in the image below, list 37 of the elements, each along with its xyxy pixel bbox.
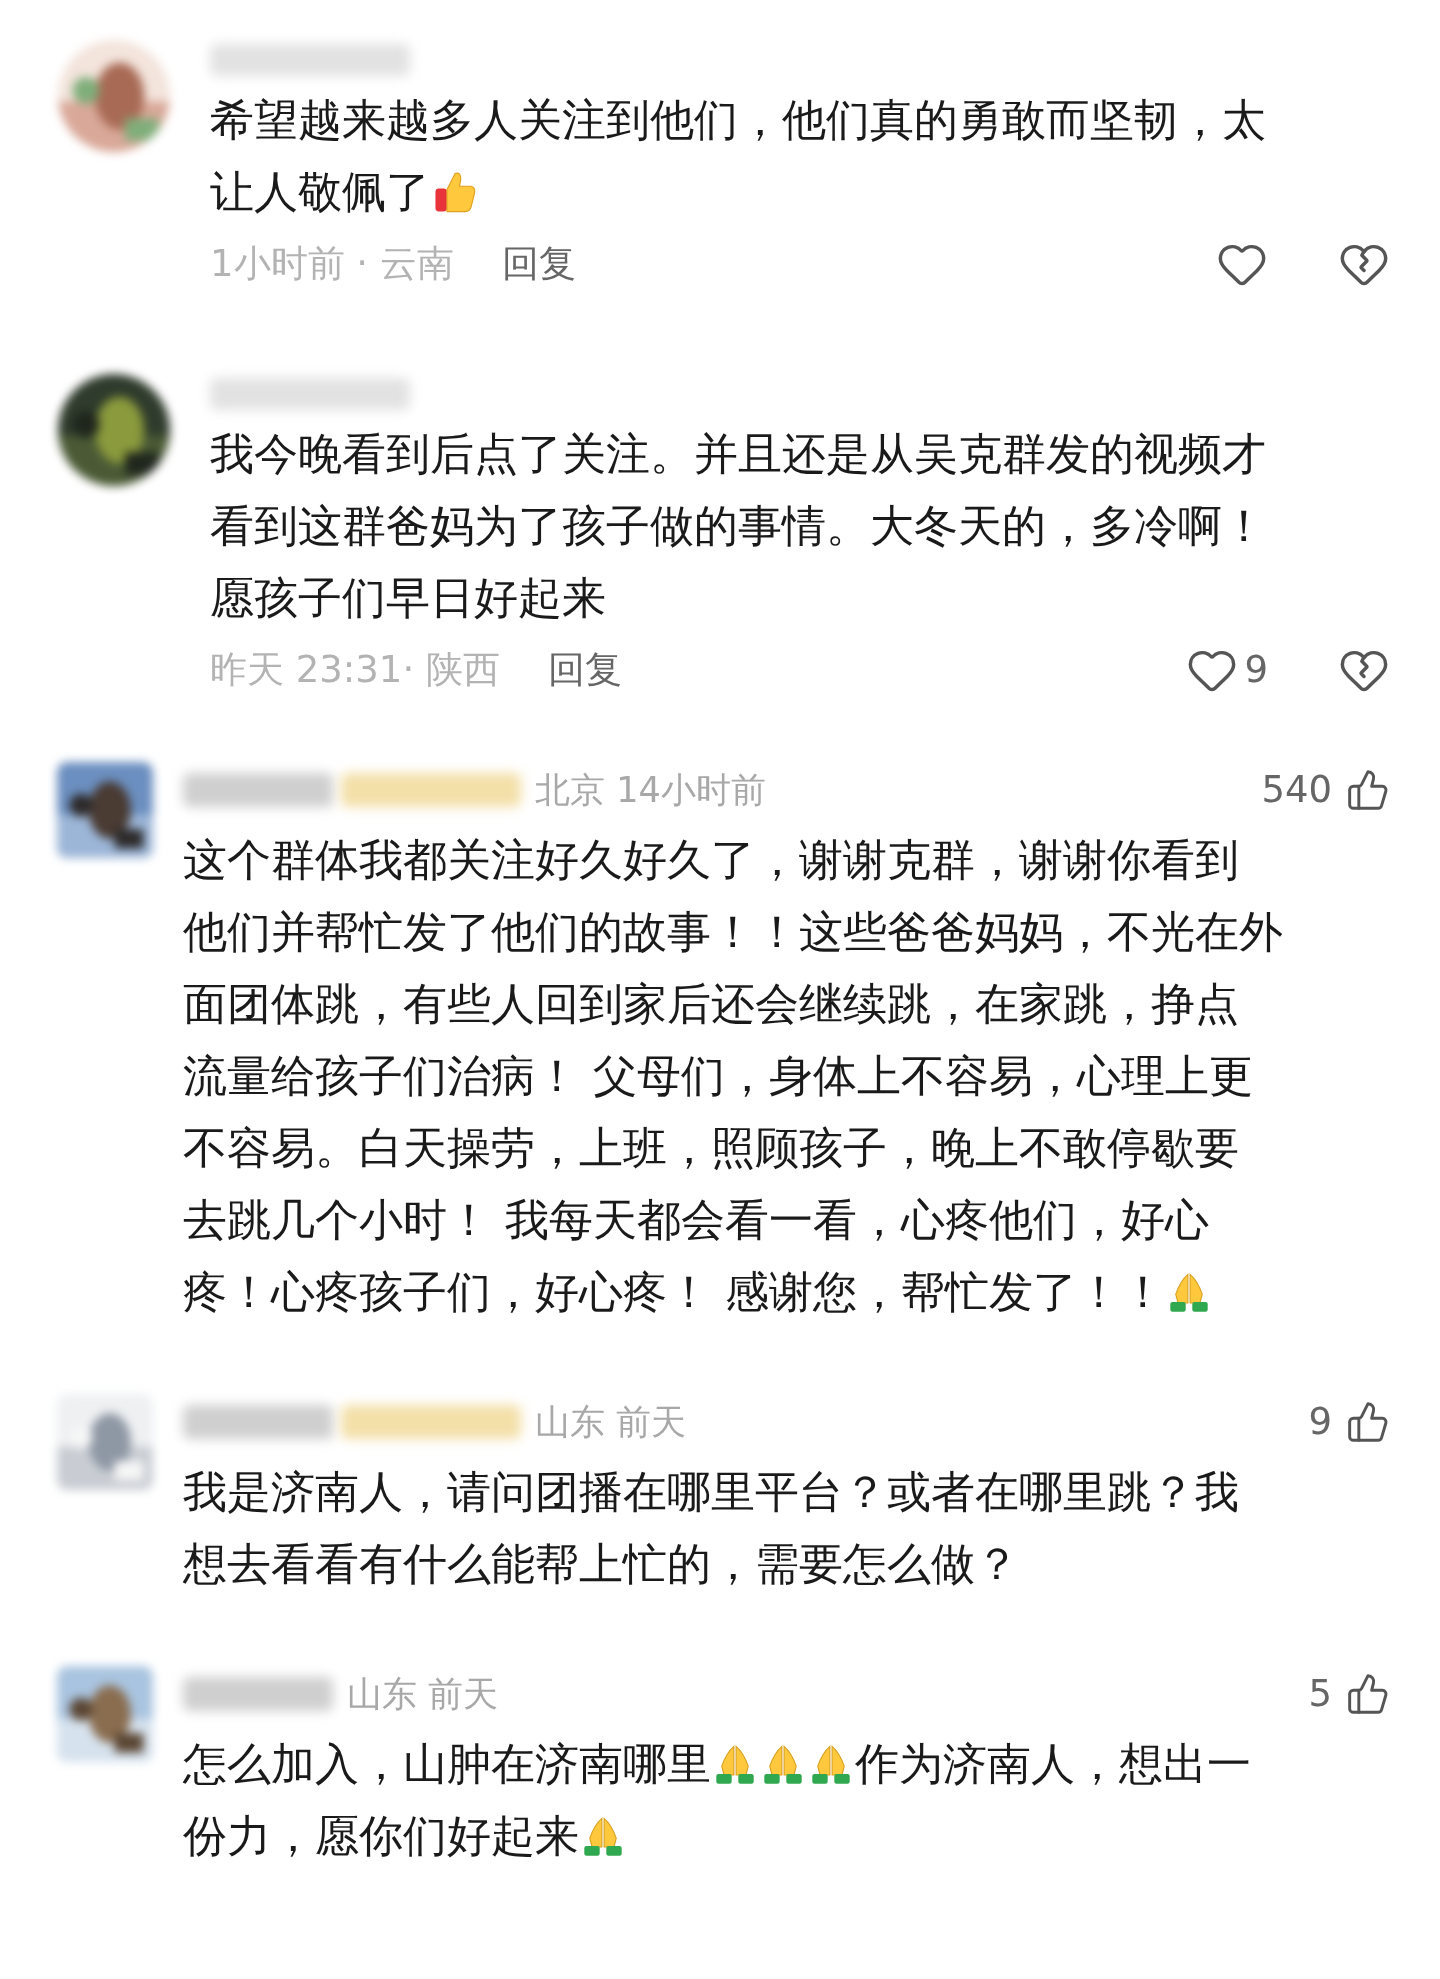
thumbs-up-icon	[1346, 768, 1390, 812]
praying-hands-icon	[581, 1814, 625, 1858]
comment-time-location: 1小时前 · 云南	[210, 241, 454, 288]
comment-text: 不容易。白天操劳，上班，照顾孩子，晚上不敢停歇要	[183, 1121, 1239, 1175]
comment-text: 我是济南人，请问团播在哪里平台？或者在哪里跳？我	[183, 1465, 1239, 1519]
praying-hands-icon	[1167, 1270, 1211, 1314]
reply-button[interactable]: 回复	[547, 642, 622, 698]
like-button[interactable]: 9	[1308, 1394, 1390, 1450]
comment-text: 流量给孩子们治病！ 父母们，身体上不容易，心理上更	[183, 1049, 1253, 1103]
praying-hands-icon	[761, 1742, 805, 1786]
comment-text: 份力，愿你们好起来	[183, 1809, 579, 1863]
comment-time-location: 昨天 23:31· 陕西	[210, 647, 500, 694]
comment-text: 作为济南人，想出一	[855, 1737, 1251, 1791]
like-button[interactable]: 5	[1308, 1666, 1390, 1722]
comment-text: 看到这群爸妈为了孩子做的事情。大冬天的，多冷啊！	[210, 499, 1266, 553]
comment-text: 面团体跳，有些人回到家后还会继续跳，在家跳，挣点	[183, 977, 1239, 1031]
thumbs-up-icon	[432, 169, 478, 215]
comment-text: 愿孩子们早日好起来	[210, 571, 606, 625]
thumbs-up-icon	[1346, 1400, 1390, 1444]
thumbs-up-icon	[1346, 1672, 1390, 1716]
comment-text: 疼！心疼孩子们，好心疼！ 感谢您，帮忙发了！！	[183, 1265, 1165, 1319]
comment-location-time: 山东 前天	[535, 1400, 687, 1444]
comment-text: 去跳几个小时！ 我每天都会看一看，心疼他们，好心	[183, 1193, 1209, 1247]
like-button[interactable]: 540	[1261, 762, 1390, 818]
comment-text: 我今晚看到后点了关注。并且还是从吴克群发的视频才	[210, 427, 1266, 481]
comment-location-time: 北京 14小时前	[535, 768, 766, 812]
comment-text: 让人敬佩了	[210, 165, 430, 219]
comment-text: 这个群体我都关注好久好久了，谢谢克群，谢谢你看到	[183, 833, 1239, 887]
praying-hands-icon	[713, 1742, 757, 1786]
comment-text: 他们并帮忙发了他们的故事！！这些爸爸妈妈，不光在外	[183, 905, 1283, 959]
like-button[interactable]: 9	[1186, 642, 1268, 698]
praying-hands-icon	[809, 1742, 853, 1786]
comment-location-time: 山东 前天	[347, 1672, 499, 1716]
comment-text: 怎么加入，山肿在济南哪里	[183, 1737, 711, 1791]
comment-text: 想去看看有什么能帮上忙的，需要怎么做？	[183, 1537, 1019, 1591]
comment-text: 希望越来越多人关注到他们，他们真的勇敢而坚韧，太	[210, 93, 1266, 147]
reply-button[interactable]: 回复	[501, 236, 576, 292]
